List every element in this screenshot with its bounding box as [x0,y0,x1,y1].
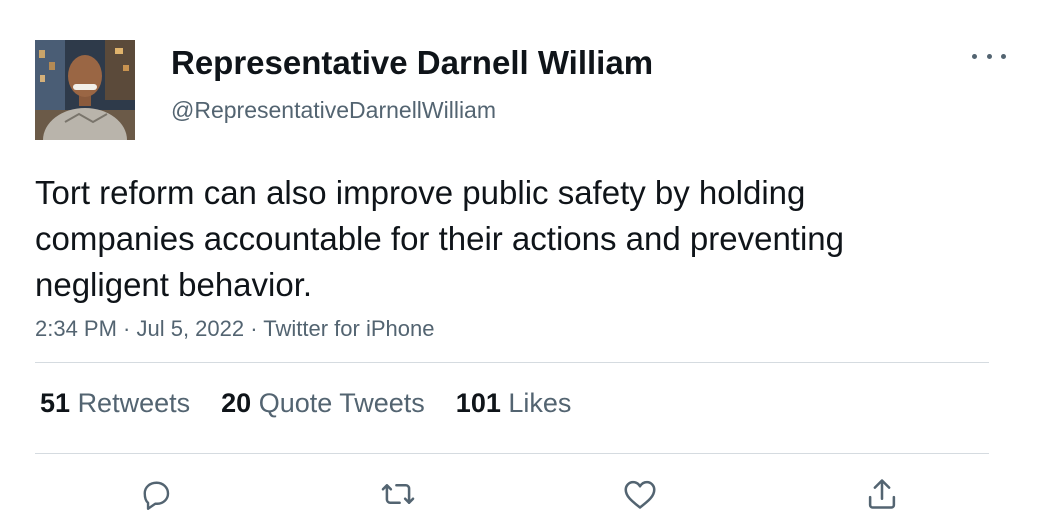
quotes-label: Quote Tweets [258,388,425,418]
share-icon [868,479,896,509]
dot [1001,53,1006,59]
like-button[interactable] [620,474,660,514]
tweet-text: Tort reform can also improve public safe… [35,174,844,303]
retweets-label: Retweets [77,388,191,418]
likes-label: Likes [508,388,572,418]
reply-button[interactable] [136,474,176,514]
dot [972,53,977,59]
heart-icon [624,480,656,509]
retweet-button[interactable] [378,474,418,514]
action-bar [0,474,1050,514]
tweet-meta[interactable]: 2:34 PM · Jul 5, 2022 · Twitter for iPho… [35,316,434,342]
likes-stat[interactable]: 101 Likes [456,388,572,419]
likes-count: 101 [455,388,501,418]
author-handle[interactable]: @RepresentativeDarnellWilliam [171,97,496,124]
divider [35,453,989,454]
quotes-stat[interactable]: 20 Quote Tweets [221,388,425,419]
more-options-icon[interactable] [972,46,1006,66]
dot [986,53,992,59]
avatar[interactable] [35,40,135,140]
quotes-count: 20 [221,388,252,418]
tweet-card: Representative Darnell William @Represen… [0,0,1050,525]
engagement-stats: 51 Retweets 20 Quote Tweets 101 Likes [40,388,571,419]
reply-icon [143,481,170,510]
share-button[interactable] [862,474,902,514]
retweet-icon [381,484,415,504]
divider [35,362,989,363]
author-name[interactable]: Representative Darnell William [171,44,653,82]
avatar-image [35,40,135,140]
retweets-count: 51 [40,388,71,418]
retweets-stat[interactable]: 51 Retweets [40,388,190,419]
